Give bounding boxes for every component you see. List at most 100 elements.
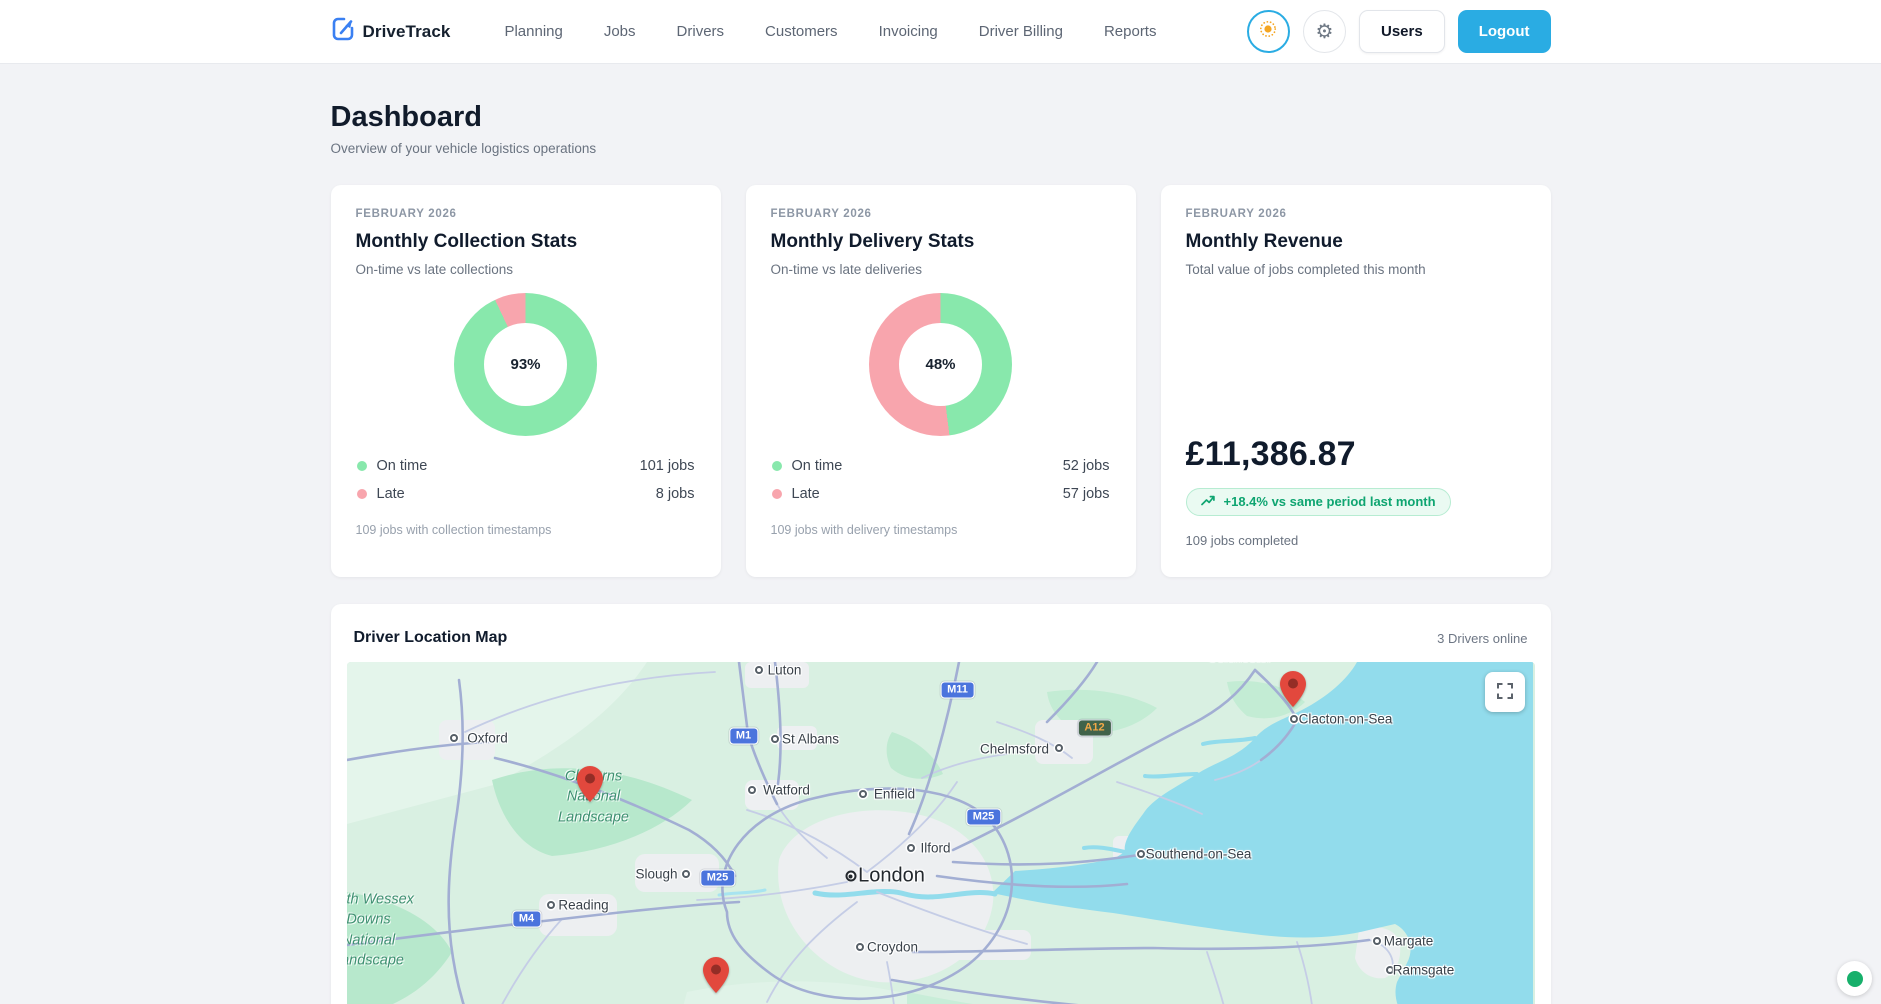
map-label-enfield: Enfield [874,787,915,802]
legend-value: 101 jobs [640,458,695,474]
map-label-clacton-on-sea: Clacton-on-Sea [1299,712,1393,727]
legend-value: 52 jobs [1063,458,1110,474]
map-label-ramsgate: Ramsgate [1393,963,1455,978]
map-city-dot [771,735,779,743]
map-label-croydon: Croydon [867,940,918,955]
card-eyebrow: FEBRUARY 2026 [1186,208,1526,220]
card-footnote: 109 jobs completed [1186,533,1526,548]
driver-pin-1[interactable] [577,766,603,807]
sun-icon [1258,19,1278,44]
map-fullscreen-button[interactable] [1485,672,1525,712]
brand-name: DriveTrack [363,22,451,42]
map-city-dot [1373,937,1381,945]
donut-center-value: 93% [454,293,597,436]
road-shield-m25: M25 [700,870,735,887]
card-eyebrow: FEBRUARY 2026 [771,208,1111,220]
legend-dot-late [772,489,782,499]
map-city-dot [450,734,458,742]
card-subtitle: On-time vs late collections [356,262,696,277]
main-nav: Planning Jobs Drivers Customers Invoicin… [504,23,1156,40]
map-label-ilford: Ilford [920,841,950,856]
card-eyebrow: FEBRUARY 2026 [356,208,696,220]
map-canvas[interactable]: LutonOxfordSt AlbansWatfordEnfieldChelms… [347,662,1535,1004]
monthly-delivery-card: FEBRUARY 2026 Monthly Delivery Stats On-… [746,185,1136,577]
card-title: Monthly Revenue [1186,231,1526,253]
driver-pin-2[interactable] [1280,671,1306,712]
nav-driver-billing[interactable]: Driver Billing [979,23,1063,40]
monthly-collection-card: FEBRUARY 2026 Monthly Collection Stats O… [331,185,721,577]
gear-icon: ⚙ [1316,22,1334,42]
driver-location-map-card: Driver Location Map 3 Drivers online [331,604,1551,1004]
nav-jobs[interactable]: Jobs [604,23,636,40]
legend-value: 57 jobs [1063,486,1110,502]
revenue-trend-badge: +18.4% vs same period last month [1186,488,1451,516]
legend-dot-on-time [357,461,367,471]
map-label-watford: Watford [763,783,810,798]
page-subtitle: Overview of your vehicle logistics opera… [331,141,1551,156]
donut-center-value: 48% [869,293,1012,436]
theme-toggle-button[interactable] [1247,10,1290,53]
delivery-donut-chart: 48% [869,293,1012,436]
map-capital-dot [845,871,856,882]
card-title: Monthly Delivery Stats [771,231,1111,253]
map-city-dot [859,790,867,798]
legend-row: On time 52 jobs [771,452,1111,480]
card-title: Monthly Collection Stats [356,231,696,253]
map-label-southend-on-sea: Southend-on-Sea [1146,847,1252,862]
legend-row: Late 8 jobs [356,480,696,508]
map-label-chelmsford: Chelmsford [980,742,1049,757]
map-city-dot [907,844,915,852]
map-label-margate: Margate [1384,934,1434,949]
status-widget[interactable] [1837,961,1872,996]
road-shield-m4: M4 [512,911,541,928]
legend-label: Late [792,486,820,502]
revenue-amount: £11,386.87 [1186,435,1526,474]
road-shield-a12: A12 [1077,720,1111,737]
map-city-dot [682,870,690,878]
card-footnote: 109 jobs with delivery timestamps [771,523,1111,537]
map-area-label: North Wessex Downs National Landscape [347,889,414,970]
top-nav-bar: DriveTrack Planning Jobs Drivers Custome… [0,0,1881,64]
map-label-colchester: Colchester [1207,662,1272,665]
road-shield-m1: M1 [729,728,758,745]
legend-label: On time [377,458,428,474]
map-city-dot [547,901,555,909]
map-city-dot [748,786,756,794]
drivers-online-status: 3 Drivers online [1437,631,1527,646]
road-shield-m11: M11 [940,682,975,699]
nav-customers[interactable]: Customers [765,23,838,40]
map-city-dot [1290,715,1298,723]
fullscreen-icon [1496,682,1514,703]
map-label-luton: Luton [768,663,802,678]
card-subtitle: Total value of jobs completed this month [1186,262,1526,277]
nav-drivers[interactable]: Drivers [677,23,725,40]
nav-planning[interactable]: Planning [504,23,562,40]
road-shield-m25: M25 [966,809,1001,826]
settings-button[interactable]: ⚙ [1303,10,1346,53]
map-city-dot [1137,850,1145,858]
nav-invoicing[interactable]: Invoicing [879,23,938,40]
card-footnote: 109 jobs with collection timestamps [356,523,696,537]
users-button[interactable]: Users [1359,10,1445,53]
driver-pin-3[interactable] [703,957,729,998]
nav-reports[interactable]: Reports [1104,23,1157,40]
legend-label: On time [792,458,843,474]
map-city-dot [1055,744,1063,752]
map-city-dot [856,943,864,951]
logout-button[interactable]: Logout [1458,10,1551,53]
legend-row: On time 101 jobs [356,452,696,480]
legend-value: 8 jobs [656,486,695,502]
page-title: Dashboard [331,101,1551,134]
card-subtitle: On-time vs late deliveries [771,262,1111,277]
drivetrack-logo-icon [331,17,355,46]
map-label-london: London [858,865,925,888]
map-city-dot [755,666,763,674]
monthly-revenue-card: FEBRUARY 2026 Monthly Revenue Total valu… [1161,185,1551,577]
map-label-oxford: Oxford [467,731,508,746]
map-label-slough: Slough [635,867,677,882]
map-label-reading: Reading [558,898,608,913]
brand-logo[interactable]: DriveTrack [331,17,451,46]
trending-up-icon [1201,494,1216,509]
legend-row: Late 57 jobs [771,480,1111,508]
legend-label: Late [377,486,405,502]
